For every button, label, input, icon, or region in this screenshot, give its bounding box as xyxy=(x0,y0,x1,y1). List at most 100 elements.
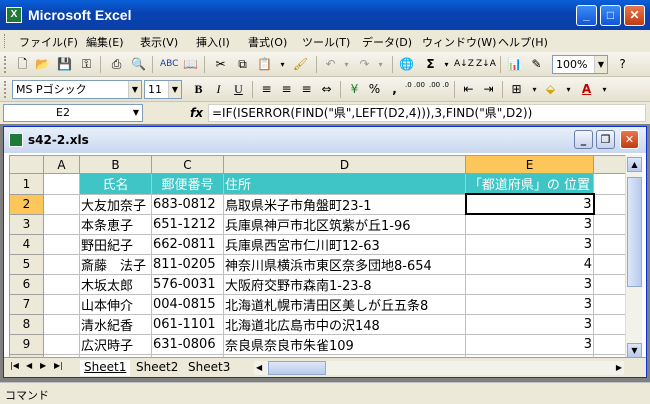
menu-file[interactable]: ファイル(F) xyxy=(19,34,78,50)
vertical-scroll-thumb[interactable] xyxy=(627,177,642,287)
comma-style-button[interactable]: , xyxy=(386,81,403,98)
scroll-up-icon[interactable]: ▲ xyxy=(627,157,642,172)
open-folder-icon[interactable]: 📂 xyxy=(34,56,51,73)
cell-address[interactable]: 大阪府交野市森南1-23-8 xyxy=(223,273,466,295)
maximize-button[interactable]: □ xyxy=(600,5,621,26)
cell-address[interactable]: 北海道北広島市中の沢148 xyxy=(223,313,466,335)
align-center-icon[interactable]: ≡ xyxy=(278,81,295,98)
cell[interactable] xyxy=(43,213,80,235)
cell[interactable] xyxy=(593,273,626,295)
cell-name[interactable]: 野田紀子 xyxy=(79,233,152,255)
redo-icon[interactable]: ↷ xyxy=(356,56,373,73)
formula-input[interactable]: =IF(ISERROR(FIND("県",LEFT(D2,4))),3,FIND… xyxy=(208,104,646,122)
tab-sheet2[interactable]: Sheet2 xyxy=(132,360,182,376)
last-sheet-icon[interactable]: ▶| xyxy=(54,361,63,370)
merge-center-icon[interactable]: ⇔ xyxy=(318,81,335,98)
cell-name[interactable]: 木坂太郎 xyxy=(79,273,152,295)
menu-grip[interactable] xyxy=(4,34,7,48)
cell-zip[interactable]: 631-0806 xyxy=(151,333,224,355)
permission-icon[interactable]: ⚿ xyxy=(78,56,95,73)
cell-name[interactable]: 大友加奈子 xyxy=(79,193,152,215)
menu-tools[interactable]: ツール(T) xyxy=(302,34,350,50)
sort-descending-icon[interactable]: Z↓A xyxy=(476,56,496,73)
cell[interactable] xyxy=(43,253,80,275)
vertical-scrollbar[interactable]: ▲ ▼ xyxy=(625,155,642,361)
workbook-minimize-button[interactable]: _ xyxy=(574,130,593,149)
help-icon[interactable]: ? xyxy=(614,56,631,73)
cell[interactable] xyxy=(43,193,80,215)
scroll-right-icon[interactable]: ▶ xyxy=(616,363,622,372)
cell-zip[interactable]: 683-0812 xyxy=(151,193,224,215)
copy-icon[interactable]: ⧉ xyxy=(234,56,251,73)
drawing-icon[interactable]: ✎ xyxy=(528,56,545,73)
autosum-icon[interactable]: Σ xyxy=(422,56,439,73)
zoom-select[interactable]: 100% ▼ xyxy=(552,55,608,74)
cell[interactable] xyxy=(593,233,626,255)
row-header[interactable]: 8 xyxy=(9,313,44,335)
hyperlink-icon[interactable]: 🌐 xyxy=(398,56,415,73)
cell-address[interactable]: 北海道札幌市清田区美しが丘五条8 xyxy=(223,293,466,315)
horizontal-scroll-thumb[interactable] xyxy=(268,361,326,375)
row-header[interactable]: 3 xyxy=(9,213,44,235)
cell-zip[interactable]: 662-0811 xyxy=(151,233,224,255)
cell-header-zip[interactable]: 郵便番号 xyxy=(151,173,224,195)
font-color-icon[interactable]: A xyxy=(578,81,595,98)
font-name-dropdown-icon[interactable]: ▼ xyxy=(128,81,141,98)
redo-dropdown-icon[interactable]: ▾ xyxy=(372,56,389,73)
horizontal-scrollbar[interactable]: ◀ ▶ xyxy=(254,361,624,375)
cell[interactable] xyxy=(43,273,80,295)
column-header[interactable]: E xyxy=(465,155,594,174)
column-header[interactable] xyxy=(593,155,626,174)
increase-indent-icon[interactable]: ⇥ xyxy=(480,81,497,98)
insert-function-icon[interactable]: fx xyxy=(190,106,203,120)
workbook-close-button[interactable]: ✕ xyxy=(620,130,639,149)
cell-header-address[interactable]: 住所 xyxy=(223,173,466,195)
row-header[interactable]: 7 xyxy=(9,293,44,315)
cell-zip[interactable]: 576-0031 xyxy=(151,273,224,295)
percent-style-button[interactable]: % xyxy=(366,81,383,98)
increase-decimal-button[interactable]: .0 .00 xyxy=(404,81,426,98)
column-header[interactable]: A xyxy=(43,155,80,174)
menu-view[interactable]: 表示(V) xyxy=(140,34,178,50)
cell[interactable] xyxy=(43,313,80,335)
cell[interactable] xyxy=(593,173,626,195)
menu-window[interactable]: ウィンドウ(W) xyxy=(422,34,496,50)
font-size-select[interactable]: 11 ▼ xyxy=(144,80,182,99)
cell-header-position[interactable]: 「都道府県」の 位置 xyxy=(465,173,594,195)
fill-color-icon[interactable]: ⬙ xyxy=(542,81,559,98)
menu-insert[interactable]: 挿入(I) xyxy=(196,34,230,50)
cell-position[interactable]: 3 xyxy=(465,233,594,255)
cell-position[interactable]: 3 xyxy=(465,333,594,355)
cell-name[interactable]: 山本伸介 xyxy=(79,293,152,315)
row-header[interactable]: 5 xyxy=(9,253,44,275)
cell[interactable] xyxy=(593,313,626,335)
research-icon[interactable]: 📖 xyxy=(182,56,199,73)
toolbar-grip[interactable] xyxy=(4,81,7,98)
save-icon[interactable]: 💾 xyxy=(56,56,73,73)
cell-name[interactable]: 本条恵子 xyxy=(79,213,152,235)
paste-dropdown-icon[interactable]: ▾ xyxy=(274,56,291,73)
decrease-indent-icon[interactable]: ⇤ xyxy=(460,81,477,98)
row-header[interactable]: 6 xyxy=(9,273,44,295)
undo-dropdown-icon[interactable]: ▾ xyxy=(338,56,355,73)
cell-address[interactable]: 神奈川県横浜市東区奈多団地8-654 xyxy=(223,253,466,275)
currency-style-icon[interactable]: ¥ xyxy=(346,81,363,98)
row-header[interactable]: 2 xyxy=(9,193,44,215)
decrease-decimal-button[interactable]: .00 .0 xyxy=(428,81,450,98)
font-name-select[interactable]: MS Pゴシック ▼ xyxy=(12,80,142,99)
cell[interactable] xyxy=(593,293,626,315)
cell-zip[interactable]: 061-1101 xyxy=(151,313,224,335)
select-all-corner[interactable] xyxy=(9,155,44,174)
cell-zip[interactable]: 811-0205 xyxy=(151,253,224,275)
menu-help[interactable]: ヘルプ(H) xyxy=(498,34,548,50)
print-preview-icon[interactable]: 🔍 xyxy=(130,56,147,73)
column-header[interactable]: B xyxy=(79,155,152,174)
tab-sheet1[interactable]: Sheet1 xyxy=(80,360,131,376)
align-right-icon[interactable]: ≡ xyxy=(298,81,315,98)
cell-position[interactable]: 3 xyxy=(465,213,594,235)
prev-sheet-icon[interactable]: ◀ xyxy=(26,361,32,370)
name-box-dropdown-icon[interactable]: ▼ xyxy=(130,105,142,121)
next-sheet-icon[interactable]: ▶ xyxy=(40,361,46,370)
cell[interactable] xyxy=(593,193,626,215)
cell-position[interactable]: 3 xyxy=(465,313,594,335)
